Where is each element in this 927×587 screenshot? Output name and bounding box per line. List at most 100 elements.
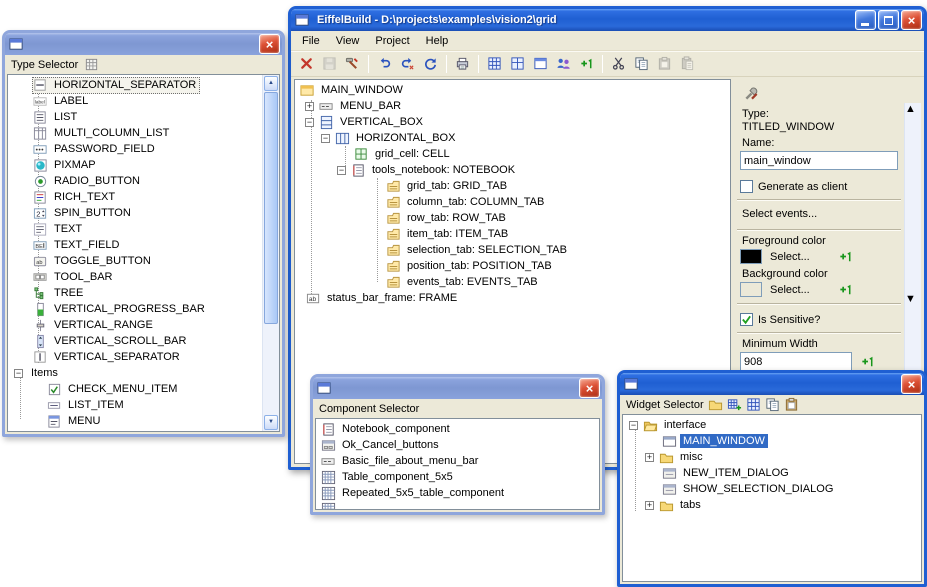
widget-show-selection-dialog[interactable]: SHOW_SELECTION_DIALOG <box>623 481 921 497</box>
titlebar[interactable]: × <box>313 377 602 399</box>
scroll-down-button[interactable]: ▼ <box>905 293 921 305</box>
node-column-tab-column-tab[interactable]: column_tab: COLUMN_TAB <box>295 194 730 210</box>
close-button[interactable]: × <box>259 34 280 54</box>
menu-file[interactable]: File <box>294 33 328 49</box>
type-vertical-range[interactable]: VERTICAL_RANGE <box>8 317 262 333</box>
background-select-button[interactable]: Select... <box>770 284 810 296</box>
generate-as-client-checkbox[interactable]: Generate as client <box>740 180 904 193</box>
clear-value-icon[interactable] <box>882 354 897 369</box>
users-button[interactable] <box>552 52 575 75</box>
node-selection-tab-selection-tab[interactable]: selection_tab: SELECTION_TAB <box>295 242 730 258</box>
edit-color-icon[interactable] <box>882 282 897 297</box>
component-ok-cancel-buttons[interactable]: Ok_Cancel_buttons <box>316 437 599 453</box>
component-table-component-5x5[interactable]: Table_component_5x5 <box>316 469 599 485</box>
type-vertical-scroll-bar[interactable]: VERTICAL_SCROLL_BAR <box>8 333 262 349</box>
build-button[interactable] <box>341 52 364 75</box>
type-list-item[interactable]: LIST_ITEM <box>8 397 262 413</box>
node-row-tab-row-tab[interactable]: row_tab: ROW_TAB <box>295 210 730 226</box>
type-label[interactable]: labelLABEL <box>8 93 262 109</box>
node-grid-cell-cell[interactable]: grid_cell: CELL <box>295 146 730 162</box>
add-one-icon[interactable] <box>838 249 853 264</box>
widget-new-item-dialog[interactable]: NEW_ITEM_DIALOG <box>623 465 921 481</box>
delete-button[interactable] <box>295 52 318 75</box>
foreground-color-swatch[interactable] <box>740 249 762 264</box>
cut-button[interactable] <box>607 52 630 75</box>
collapse-toggle[interactable]: − <box>305 118 314 127</box>
titlebar[interactable]: EiffelBuild - D:\projects\examples\visio… <box>291 9 924 31</box>
component-basic-file-about-menu-bar[interactable]: Basic_file_about_menu_bar <box>316 453 599 469</box>
type-tree[interactable]: TREE <box>8 285 262 301</box>
paste-button[interactable] <box>785 397 802 413</box>
type-spin-button[interactable]: 2SPIN_BUTTON <box>8 205 262 221</box>
edit-color-icon[interactable] <box>882 249 897 264</box>
minimum-width-input[interactable] <box>740 352 852 371</box>
scroll-down-button[interactable]: ▼ <box>264 415 278 430</box>
view-grid-button[interactable] <box>483 52 506 75</box>
type-vertical-progress-bar[interactable]: VERTICAL_PROGRESS_BAR <box>8 301 262 317</box>
type-horizontal-separator[interactable]: HORIZONTAL_SEPARATOR <box>8 77 262 93</box>
scrollbar-thumb[interactable] <box>905 115 921 293</box>
type-check-menu-item[interactable]: CHECK_MENU_ITEM <box>8 381 262 397</box>
close-button[interactable]: × <box>901 10 922 30</box>
expand-toggle[interactable]: + <box>645 453 654 462</box>
widget-misc[interactable]: +misc <box>623 449 921 465</box>
type-rich-text[interactable]: RICH_TEXT <box>8 189 262 205</box>
add-one-button[interactable] <box>575 52 598 75</box>
add-one-icon[interactable] <box>838 282 853 297</box>
type-items[interactable]: −Items <box>8 365 262 381</box>
view-grid-button[interactable] <box>747 397 764 413</box>
color-picker-icon[interactable] <box>860 282 875 297</box>
menu-help[interactable]: Help <box>418 33 457 49</box>
name-input[interactable] <box>740 151 898 170</box>
undo-button[interactable] <box>373 52 396 75</box>
component-notebook-component[interactable]: Notebook_component <box>316 421 599 437</box>
view-form-button[interactable] <box>529 52 552 75</box>
add-one-icon[interactable] <box>860 354 875 369</box>
collapse-toggle[interactable]: − <box>321 134 330 143</box>
collapse-toggle[interactable]: − <box>14 369 23 378</box>
node-tools-notebook-notebook[interactable]: −tools_notebook: NOTEBOOK <box>295 162 730 178</box>
type-tool-bar[interactable]: TOOL_BAR <box>8 269 262 285</box>
background-color-swatch[interactable] <box>740 282 762 297</box>
type-multi-column-list[interactable]: MULTI_COLUMN_LIST <box>8 125 262 141</box>
select-events-button[interactable]: Select events... <box>742 208 817 220</box>
titlebar[interactable]: × <box>620 373 924 395</box>
menu-view[interactable]: View <box>328 33 368 49</box>
type-radio-button[interactable]: RADIO_BUTTON <box>8 173 262 189</box>
type-toggle-button[interactable]: abTOGGLE_BUTTON <box>8 253 262 269</box>
scrollbar-thumb[interactable] <box>264 92 278 324</box>
type-password-field[interactable]: PASSWORD_FIELD <box>8 141 262 157</box>
node-menu-bar[interactable]: +MENU_BAR <box>295 98 730 114</box>
color-picker-icon[interactable] <box>860 249 875 264</box>
collapse-toggle[interactable]: − <box>337 166 346 175</box>
type-menu[interactable]: MENU <box>8 413 262 429</box>
widget-interface[interactable]: −interface <box>623 417 921 433</box>
node-main-window[interactable]: MAIN_WINDOW <box>295 82 730 98</box>
node-item-tab-item-tab[interactable]: item_tab: ITEM_TAB <box>295 226 730 242</box>
maximize-button[interactable] <box>878 10 899 30</box>
menu-project[interactable]: Project <box>367 33 417 49</box>
close-button[interactable]: × <box>901 374 922 394</box>
type-pixmap[interactable]: PIXMAP <box>8 157 262 173</box>
refresh-button[interactable] <box>419 52 442 75</box>
grid-add-button[interactable] <box>728 397 745 413</box>
minimize-button[interactable] <box>855 10 876 30</box>
component-item[interactable] <box>316 501 599 510</box>
scroll-up-button[interactable]: ▲ <box>905 103 921 115</box>
type-list[interactable]: LIST <box>8 109 262 125</box>
copy-button[interactable] <box>766 397 783 413</box>
component-repeated-5x5-table-component[interactable]: Repeated_5x5_table_component <box>316 485 599 501</box>
type-text[interactable]: TEXT <box>8 221 262 237</box>
node-horizontal-box[interactable]: −HORIZONTAL_BOX <box>295 130 730 146</box>
titlebar[interactable]: × <box>5 33 282 55</box>
widget-main-window[interactable]: MAIN_WINDOW <box>623 433 921 449</box>
node-position-tab-position-tab[interactable]: position_tab: POSITION_TAB <box>295 258 730 274</box>
close-button[interactable]: × <box>579 378 600 398</box>
widget-tabs[interactable]: +tabs <box>623 497 921 513</box>
folder-button[interactable] <box>709 397 726 413</box>
collapse-toggle[interactable]: − <box>629 421 638 430</box>
expand-toggle[interactable]: + <box>645 501 654 510</box>
type-vertical-separator[interactable]: VERTICAL_SEPARATOR <box>8 349 262 365</box>
print-button[interactable] <box>451 52 474 75</box>
node-grid-tab-grid-tab[interactable]: grid_tab: GRID_TAB <box>295 178 730 194</box>
